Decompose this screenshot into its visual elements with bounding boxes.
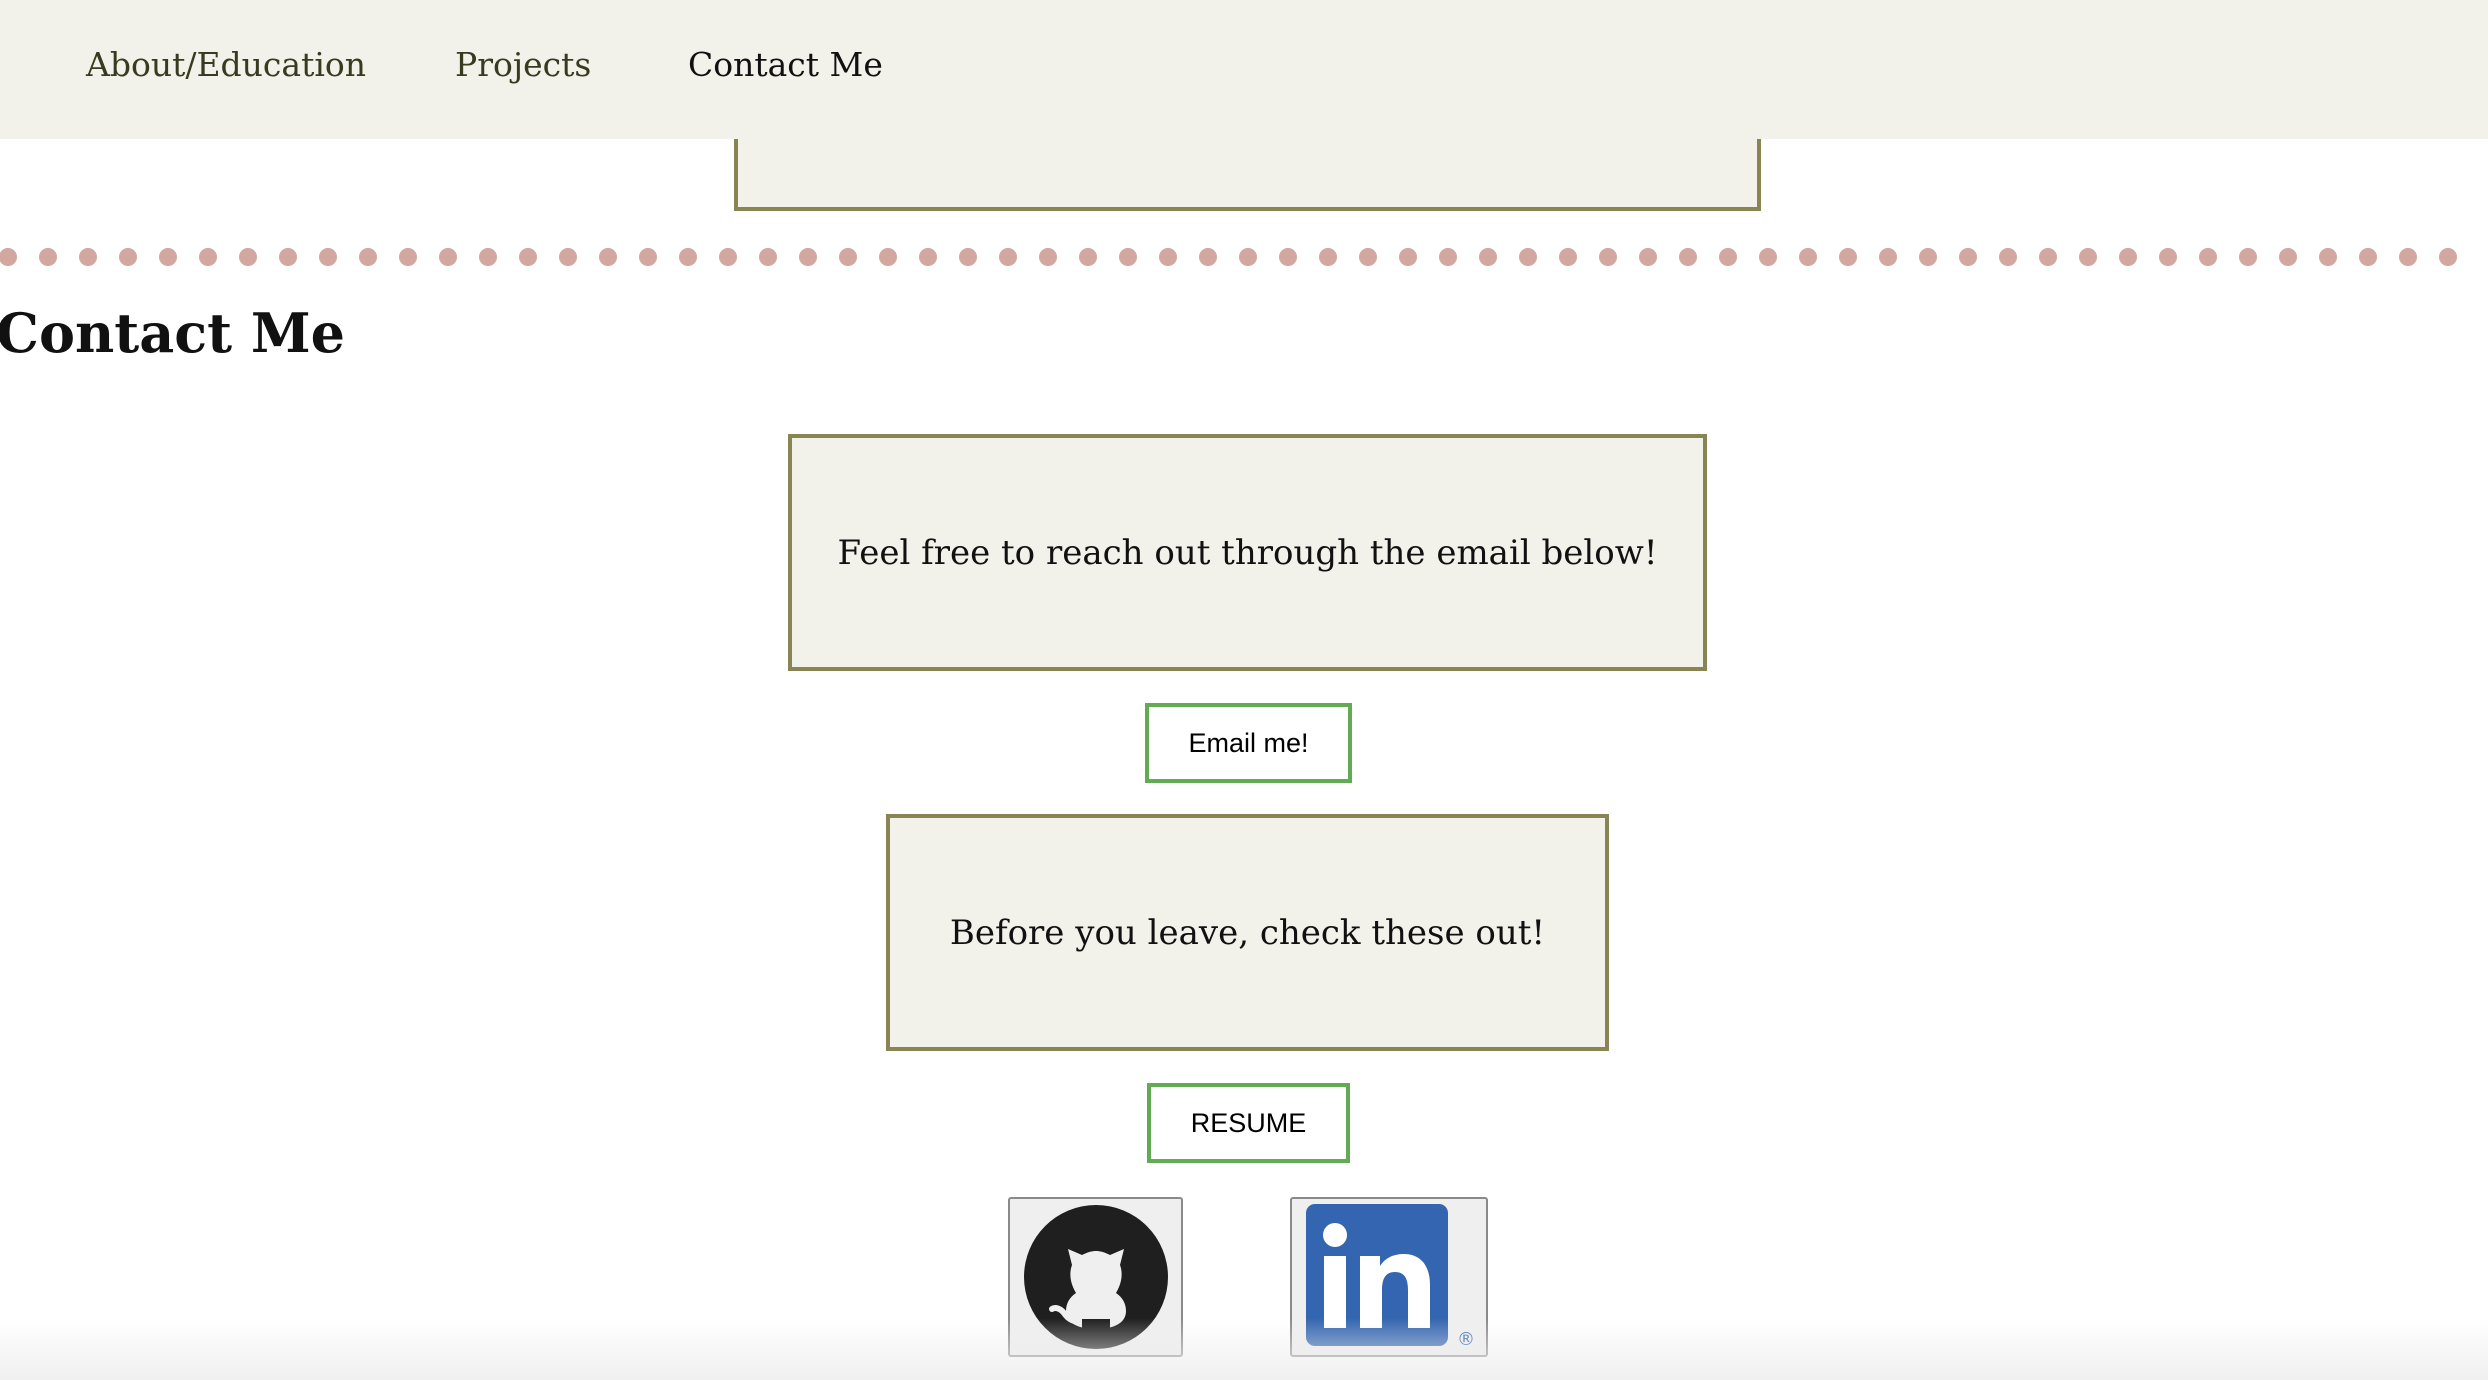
divider-dot: [2079, 248, 2097, 266]
divider-dot: [2119, 248, 2137, 266]
divider-dot: [919, 248, 937, 266]
divider-dot: [2279, 248, 2297, 266]
divider-dot: [799, 248, 817, 266]
divider-dot: [1079, 248, 1097, 266]
email-prompt-text: Feel free to reach out through the email…: [837, 532, 1658, 573]
divider-dot: [559, 248, 577, 266]
divider-dot: [1599, 248, 1617, 266]
divider-dot: [1199, 248, 1217, 266]
divider-dot: [1839, 248, 1857, 266]
divider-dot: [1359, 248, 1377, 266]
top-navigation: About/Education Projects Contact Me: [0, 0, 2488, 139]
divider-dot: [199, 248, 217, 266]
resume-button[interactable]: RESUME: [1147, 1083, 1350, 1163]
divider-dot: [1559, 248, 1577, 266]
divider-dot: [479, 248, 497, 266]
divider-dot: [759, 248, 777, 266]
divider-dot: [1919, 248, 1937, 266]
nav-link-projects[interactable]: Projects: [455, 40, 591, 90]
email-me-button[interactable]: Email me!: [1145, 703, 1352, 783]
divider-dot: [39, 248, 57, 266]
divider-dot: [399, 248, 417, 266]
bottom-shadow: [0, 1318, 2488, 1380]
divider-dot: [1439, 248, 1457, 266]
links-prompt-card: Before you leave, check these out!: [886, 814, 1609, 1051]
divider-dot: [879, 248, 897, 266]
divider-dot: [1479, 248, 1497, 266]
section-title: Contact Me: [0, 301, 345, 365]
github-icon: [1024, 1205, 1168, 1349]
divider-dot: [2399, 248, 2417, 266]
divider-dot: [1879, 248, 1897, 266]
linkedin-link-button[interactable]: ®: [1290, 1197, 1488, 1357]
divider-dot: [839, 248, 857, 266]
divider-dot: [719, 248, 737, 266]
divider-dot: [1799, 248, 1817, 266]
nav-link-about-education[interactable]: About/Education: [86, 40, 366, 90]
dotted-divider: [0, 248, 2457, 266]
divider-dot: [1119, 248, 1137, 266]
divider-dot: [1279, 248, 1297, 266]
divider-dot: [959, 248, 977, 266]
divider-dot: [519, 248, 537, 266]
links-prompt-text: Before you leave, check these out!: [949, 912, 1546, 953]
divider-dot: [2239, 248, 2257, 266]
linkedin-icon: ®: [1306, 1204, 1475, 1350]
divider-dot: [2039, 248, 2057, 266]
nav-link-contact-me[interactable]: Contact Me: [688, 40, 883, 90]
divider-dot: [0, 248, 17, 266]
divider-dot: [2159, 248, 2177, 266]
divider-dot: [1719, 248, 1737, 266]
divider-dot: [1519, 248, 1537, 266]
divider-dot: [279, 248, 297, 266]
divider-dot: [1999, 248, 2017, 266]
divider-dot: [2199, 248, 2217, 266]
divider-dot: [1759, 248, 1777, 266]
divider-dot: [2439, 248, 2457, 266]
divider-dot: [2359, 248, 2377, 266]
divider-dot: [439, 248, 457, 266]
divider-dot: [999, 248, 1017, 266]
divider-dot: [1399, 248, 1417, 266]
divider-dot: [679, 248, 697, 266]
divider-dot: [599, 248, 617, 266]
divider-dot: [1239, 248, 1257, 266]
divider-dot: [1159, 248, 1177, 266]
divider-dot: [79, 248, 97, 266]
divider-dot: [119, 248, 137, 266]
divider-dot: [359, 248, 377, 266]
divider-dot: [1959, 248, 1977, 266]
divider-dot: [239, 248, 257, 266]
divider-dot: [319, 248, 337, 266]
divider-dot: [159, 248, 177, 266]
divider-dot: [1679, 248, 1697, 266]
email-prompt-card: Feel free to reach out through the email…: [788, 434, 1707, 671]
divider-dot: [2319, 248, 2337, 266]
github-link-button[interactable]: [1008, 1197, 1183, 1357]
registered-mark: ®: [1457, 1329, 1475, 1350]
divider-dot: [1039, 248, 1057, 266]
divider-dot: [639, 248, 657, 266]
divider-dot: [1639, 248, 1657, 266]
divider-dot: [1319, 248, 1337, 266]
